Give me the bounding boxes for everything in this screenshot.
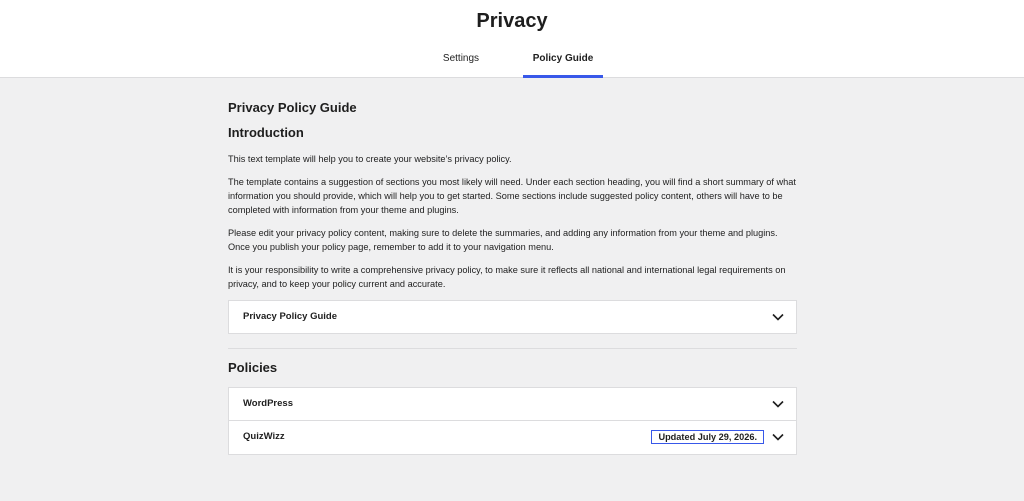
policy-name: QuizWizz — [243, 431, 285, 442]
introduction-heading: Introduction — [228, 125, 304, 140]
chevron-down-icon — [772, 400, 784, 408]
tab-policy-guide[interactable]: Policy Guide — [523, 44, 603, 78]
policy-item-quizwizz[interactable]: QuizWizz Updated July 29, 2026. — [229, 421, 796, 454]
chevron-down-icon — [772, 433, 784, 441]
intro-paragraph: Please edit your privacy policy content,… — [228, 228, 778, 252]
guide-heading: Privacy Policy Guide — [228, 100, 357, 115]
guide-accordion-toggle[interactable]: Privacy Policy Guide — [229, 301, 796, 334]
policy-item-wordpress[interactable]: WordPress — [229, 388, 796, 421]
guide-accordion-label: Privacy Policy Guide — [243, 311, 337, 322]
intro-paragraph: It is your responsibility to write a com… — [228, 265, 786, 289]
section-divider — [228, 348, 797, 349]
tab-bar: Settings Policy Guide — [0, 44, 1024, 78]
page-header: Privacy Settings Policy Guide — [0, 0, 1024, 78]
page-title: Privacy — [476, 10, 548, 32]
guide-accordion: Privacy Policy Guide — [228, 300, 797, 334]
policy-name: WordPress — [243, 398, 293, 409]
updated-badge: Updated July 29, 2026. — [651, 430, 764, 444]
intro-paragraph: This text template will help you to crea… — [228, 154, 512, 164]
policies-accordion: WordPress QuizWizz Updated July 29, 2026… — [228, 387, 797, 455]
tab-settings[interactable]: Settings — [420, 44, 502, 78]
chevron-down-icon — [772, 313, 784, 321]
intro-paragraph: The template contains a suggestion of se… — [228, 177, 796, 215]
policies-heading: Policies — [228, 360, 278, 375]
